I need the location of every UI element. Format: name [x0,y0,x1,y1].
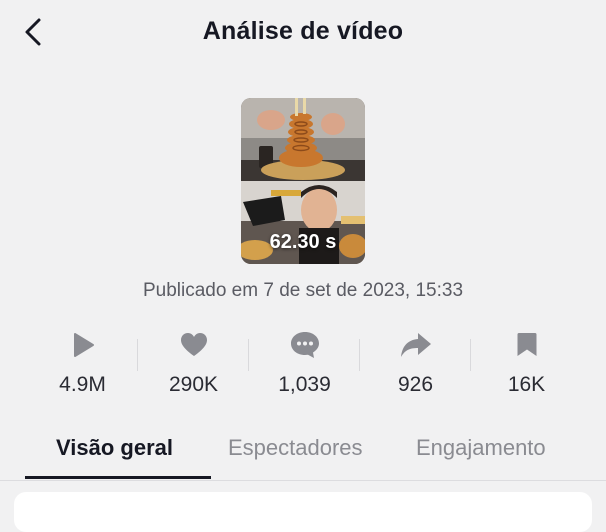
stat-likes: 290K [138,325,249,405]
heart-icon [138,329,249,361]
saves-count: 16K [507,373,546,396]
tab-overview[interactable]: Visão geral [56,435,173,461]
stat-shares: 926 [360,325,471,405]
tab-bar: Visão geral Espectadores Engajamento [0,425,606,481]
video-thumbnail[interactable]: 62.30 s [241,98,365,264]
header: Análise de vídeo [0,0,606,66]
share-icon [360,329,471,361]
tab-engagement[interactable]: Engajamento [416,435,546,461]
video-duration: 62.30 s [269,231,337,253]
divider [0,480,606,481]
stats-row: 4.9M 290K 1,039 926 16K [27,325,582,405]
stat-views: 4.9M [27,325,138,405]
content-card [14,492,592,532]
views-count: 4.9M [59,373,106,396]
page-title: Análise de vídeo [202,17,404,45]
shares-count: 926 [397,373,434,396]
tab-viewers[interactable]: Espectadores [228,435,363,461]
stat-comments: 1,039 [249,325,360,405]
bookmark-icon [471,329,582,361]
likes-count: 290K [168,373,219,396]
active-tab-indicator [25,476,211,479]
play-icon [27,329,138,361]
publish-date: Publicado em 7 de set de 2023, 15:33 [142,280,464,301]
stat-saves: 16K [471,325,582,405]
comments-count: 1,039 [278,373,331,396]
comment-icon [249,329,360,361]
